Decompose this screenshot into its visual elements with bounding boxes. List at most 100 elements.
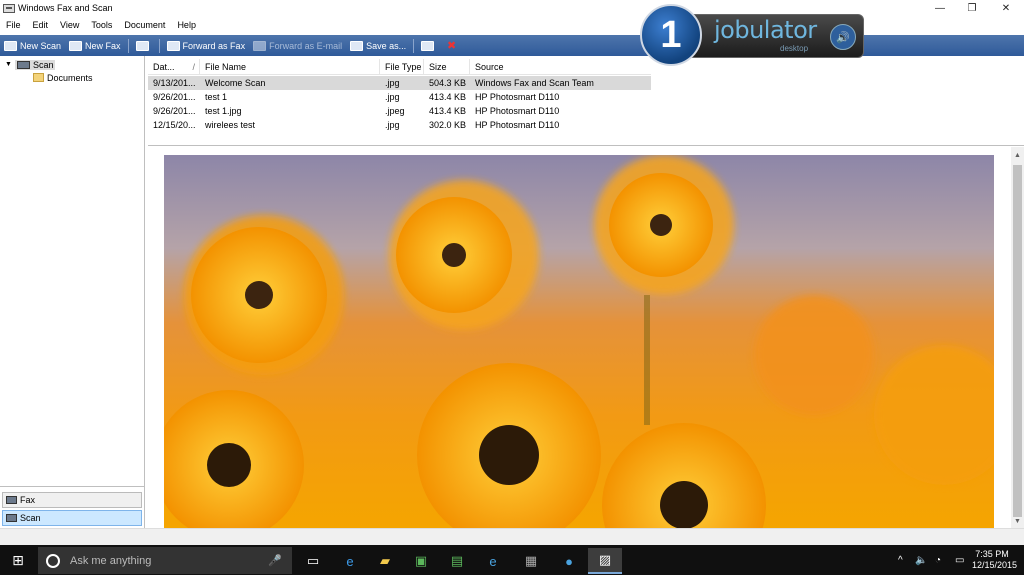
cell-filetype: .jpg <box>385 120 400 130</box>
delete-icon: ✖ <box>447 40 457 52</box>
jobulator-subtitle: desktop <box>780 44 809 53</box>
jobulator-badge[interactable]: 1 <box>640 4 702 66</box>
tree-scan-node[interactable]: ▼ Scan <box>5 58 56 71</box>
menu-edit[interactable]: Edit <box>27 20 55 30</box>
window-title: Windows Fax and Scan <box>18 3 113 13</box>
preview-splitter[interactable] <box>148 145 1024 146</box>
tray-message-icon[interactable]: ▭ <box>955 545 964 575</box>
nav-scan-button[interactable]: Scan <box>2 510 142 526</box>
jobulator-taskbar-icon[interactable]: ● <box>552 548 586 574</box>
cell-source: HP Photosmart D110 <box>475 120 560 130</box>
cortana-icon <box>46 553 60 568</box>
scroll-down-icon[interactable]: ▼ <box>1011 515 1024 527</box>
menu-view[interactable]: View <box>54 20 85 30</box>
folder-icon <box>33 73 44 82</box>
fax-icon <box>69 40 83 51</box>
preview-pane <box>149 147 1011 528</box>
start-button[interactable]: ⊞ <box>0 545 36 575</box>
document-list: Dat... / File Name File Type Size Source… <box>148 56 651 136</box>
scanner-icon <box>16 60 30 69</box>
tray-overflow-icon[interactable]: ^ <box>898 545 903 575</box>
restore-button[interactable]: ❐ <box>956 0 988 17</box>
print-button[interactable] <box>417 36 441 55</box>
file-explorer-icon[interactable]: ▰ <box>368 548 402 574</box>
tree-documents-label: Documents <box>47 72 93 83</box>
status-bar <box>0 528 1024 545</box>
save-as-button[interactable]: Save as... <box>346 36 410 55</box>
column-date[interactable]: Dat... / <box>148 59 200 75</box>
app-icon[interactable]: ▦ <box>514 548 548 574</box>
preview-image <box>164 155 994 528</box>
cell-size: 413.4 KB <box>429 92 467 102</box>
tree-scan-item[interactable]: Scan <box>14 59 56 70</box>
menu-tools[interactable]: Tools <box>85 20 118 30</box>
delete-button[interactable]: ✖ <box>441 36 465 55</box>
cell-source: HP Photosmart D110 <box>475 106 560 116</box>
search-placeholder: Ask me anything <box>70 554 152 567</box>
new-scan-label: New Scan <box>20 40 62 51</box>
search-input[interactable]: Ask me anything 🎤 <box>38 547 292 574</box>
forward-as-email-label: Forward as E-mail <box>269 40 343 51</box>
clock-time: 7:35 PM <box>975 549 1009 559</box>
new-fax-button[interactable]: New Fax <box>65 36 125 55</box>
table-row[interactable]: 9/26/201... test 1.jpg .jpeg 413.4 KB HP… <box>148 104 651 118</box>
column-filetype[interactable]: File Type <box>380 59 424 75</box>
minimize-button[interactable]: — <box>924 0 956 17</box>
clock[interactable]: 7:35 PM 12/15/2015 <box>972 549 1017 571</box>
flower <box>191 227 327 363</box>
cell-filetype: .jpg <box>385 92 400 102</box>
microphone-icon[interactable]: 🎤 <box>268 554 282 567</box>
cover-page-button[interactable] <box>132 36 156 55</box>
menu-file[interactable]: File <box>0 20 27 30</box>
cell-filename: Welcome Scan <box>205 78 266 88</box>
task-view-icon[interactable]: ▭ <box>296 548 330 574</box>
cell-size: 413.4 KB <box>429 106 467 116</box>
table-row[interactable]: 12/15/20... wirelees test .jpg 302.0 KB … <box>148 118 651 132</box>
store-icon[interactable]: ▣ <box>404 548 438 574</box>
notes-icon[interactable]: ▤ <box>440 548 474 574</box>
tray-volume-icon[interactable]: 🔈 <box>915 545 927 575</box>
save-icon <box>350 40 364 51</box>
preview-scrollbar[interactable]: ▲ ▼ <box>1011 147 1024 528</box>
table-row[interactable]: 9/13/201... Welcome Scan .jpg 504.3 KB W… <box>148 76 651 90</box>
cell-date: 9/26/201... <box>153 106 196 116</box>
nav-fax-button[interactable]: Fax <box>2 492 142 508</box>
cell-size: 302.0 KB <box>429 120 467 130</box>
table-row[interactable]: 9/26/201... test 1 .jpg 413.4 KB HP Phot… <box>148 90 651 104</box>
menu-bar: File Edit View Tools Document Help <box>0 17 1024 32</box>
cell-filename: test 1 <box>205 92 228 102</box>
nav-fax-label: Fax <box>20 495 36 505</box>
sort-indicator-icon: / <box>192 62 195 72</box>
toolbar-separator <box>413 38 415 53</box>
forward-as-fax-button[interactable]: Forward as Fax <box>163 36 250 55</box>
folder-pane: ▼ Scan Documents Fax Scan <box>0 56 145 528</box>
menu-document[interactable]: Document <box>118 20 171 30</box>
menu-help[interactable]: Help <box>171 20 202 30</box>
print-icon <box>421 40 435 51</box>
flower-photo-graphic <box>164 155 994 528</box>
scroll-thumb[interactable] <box>1013 165 1022 517</box>
expand-icon: ▼ <box>5 61 12 68</box>
ie-icon[interactable]: e <box>476 548 510 574</box>
cell-source: Windows Fax and Scan Team <box>475 78 594 88</box>
scroll-up-icon[interactable]: ▲ <box>1011 149 1024 161</box>
jobulator-logo-text: jobulator <box>714 16 817 44</box>
column-size[interactable]: Size <box>424 59 470 75</box>
tree-documents-item[interactable]: Documents <box>33 71 93 84</box>
cell-filename: wirelees test <box>205 120 256 130</box>
fax-scan-taskbar-icon[interactable]: ▨ <box>588 548 622 574</box>
forward-as-email-button[interactable]: Forward as E-mail <box>249 36 346 55</box>
column-filename[interactable]: File Name <box>200 59 380 75</box>
cell-date: 12/15/20... <box>153 120 196 130</box>
edge-icon[interactable]: e <box>333 548 367 574</box>
new-scan-button[interactable]: New Scan <box>0 36 65 55</box>
title-bar: Windows Fax and Scan — ❐ ✕ <box>0 0 1024 17</box>
cell-date: 9/13/201... <box>153 78 196 88</box>
close-button[interactable]: ✕ <box>990 0 1022 17</box>
forward-fax-icon <box>166 40 180 51</box>
tray-wifi-icon[interactable]: ◔ <box>935 545 941 575</box>
scanner-icon <box>6 514 17 522</box>
jobulator-widget[interactable]: 1 jobulator desktop 🔊 <box>640 4 864 68</box>
volume-icon[interactable]: 🔊 <box>830 24 856 50</box>
column-source[interactable]: Source <box>470 59 651 75</box>
